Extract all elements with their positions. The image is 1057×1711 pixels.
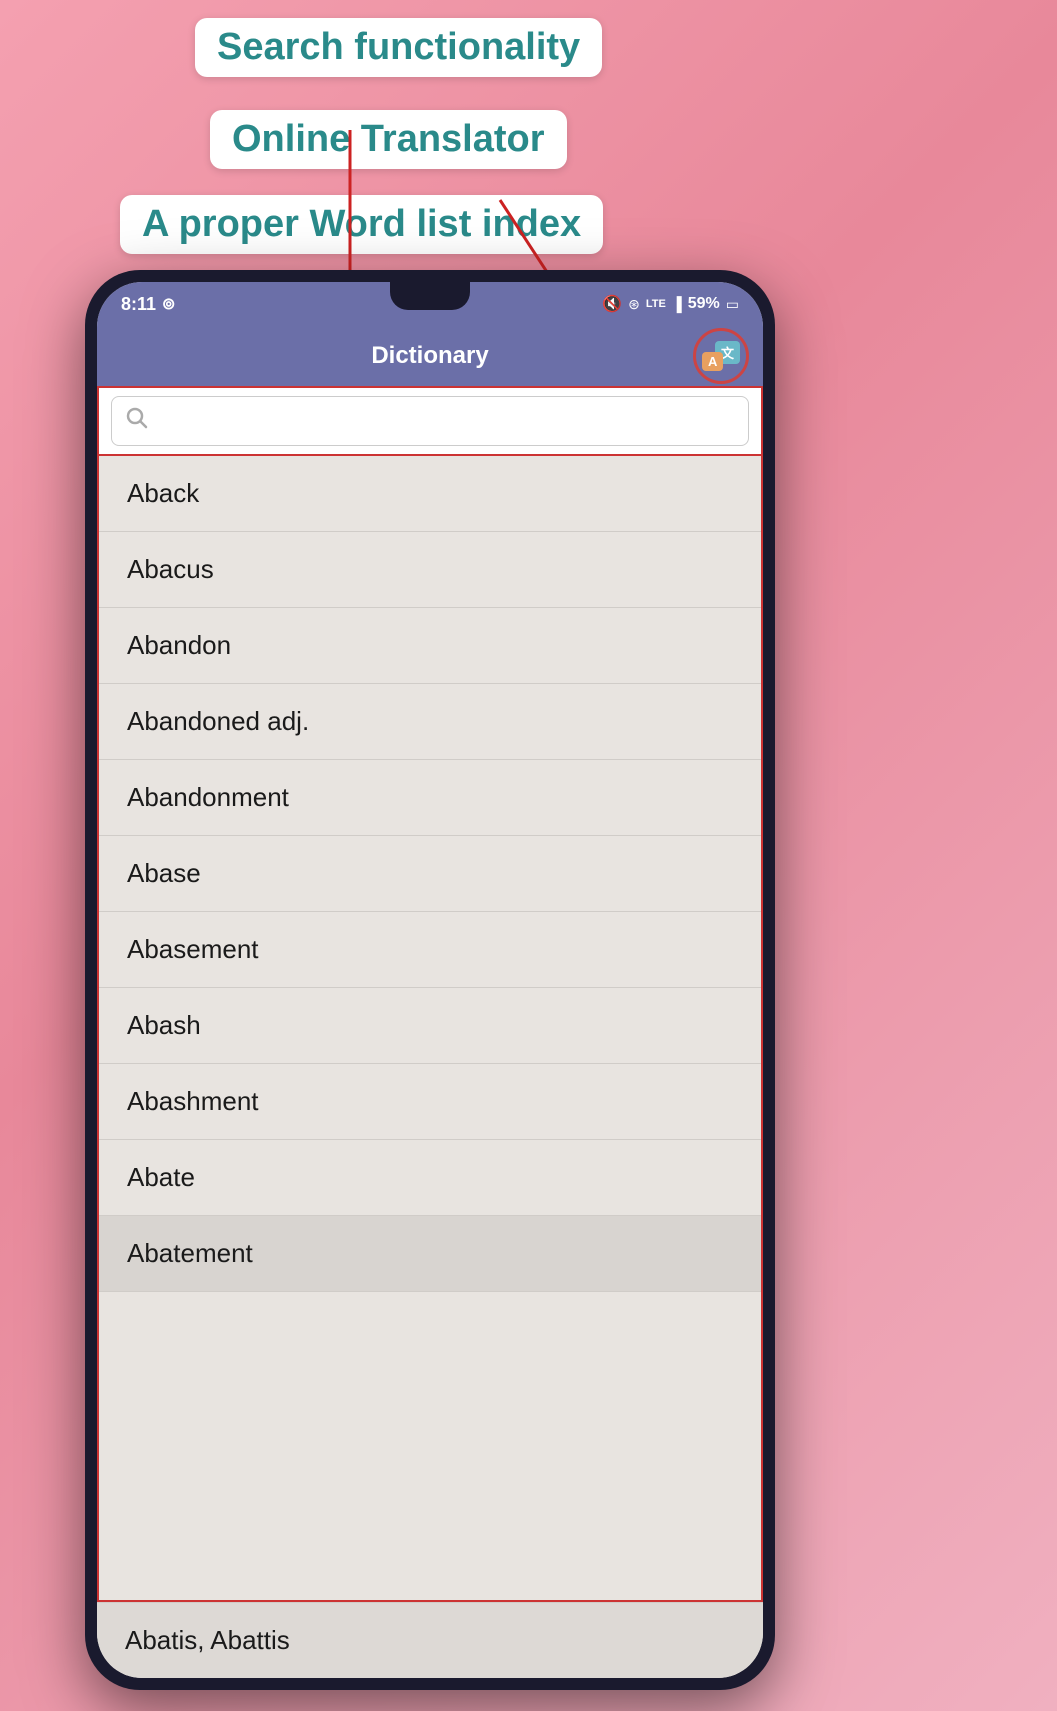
partial-word-item[interactable]: Abatis, Abattis [97, 1602, 763, 1678]
word-list-item[interactable]: Aback [99, 456, 761, 532]
phone-screen: 8:11 ⊚ 🔇 ⊛ LTE ▐ 59% ▭ Dictionary 文 A [97, 282, 763, 1678]
word-list-item[interactable]: Abash [99, 988, 761, 1064]
translate-button[interactable]: 文 A [693, 328, 749, 384]
word-list-item[interactable]: Abatement [99, 1216, 761, 1292]
word-list-item[interactable]: Abasement [99, 912, 761, 988]
search-functionality-label: Search functionality [195, 18, 602, 77]
wifi-icon: ⊛ [628, 296, 640, 313]
partial-word-text: Abatis, Abattis [125, 1625, 290, 1655]
app-header: Dictionary 文 A [97, 326, 763, 386]
phone-frame: 8:11 ⊚ 🔇 ⊛ LTE ▐ 59% ▭ Dictionary 文 A [85, 270, 775, 1690]
search-input[interactable] [158, 410, 734, 433]
app-title: Dictionary [371, 342, 488, 370]
word-list[interactable]: AbackAbacusAbandonAbandoned adj.Abandonm… [97, 456, 763, 1602]
phone-notch [390, 282, 470, 310]
word-list-item[interactable]: Abandon [99, 608, 761, 684]
word-list-item[interactable]: Abate [99, 1140, 761, 1216]
word-list-index-label: A proper Word list index [120, 195, 603, 254]
lte-icon: LTE [646, 298, 666, 310]
mute-icon: 🔇 [602, 294, 622, 314]
word-list-item[interactable]: Abashment [99, 1064, 761, 1140]
status-right-icons: 🔇 ⊛ LTE ▐ 59% ▭ [602, 294, 739, 314]
search-icon [126, 407, 148, 435]
word-list-item[interactable]: Abase [99, 836, 761, 912]
english-icon: A [702, 352, 723, 371]
battery-display: 59% [688, 295, 720, 313]
word-list-item[interactable]: Abandonment [99, 760, 761, 836]
status-time: 8:11 ⊚ [121, 294, 175, 315]
word-list-item[interactable]: Abandoned adj. [99, 684, 761, 760]
time-display: 8:11 [121, 294, 156, 315]
battery-icon: ▭ [726, 296, 739, 313]
word-list-item[interactable]: Abacus [99, 532, 761, 608]
online-translator-label: Online Translator [210, 110, 567, 169]
search-container [97, 386, 763, 456]
signal-icon: ▐ [672, 296, 682, 312]
search-input-wrapper[interactable] [111, 396, 749, 446]
whatsapp-icon: ⊚ [162, 294, 175, 314]
translate-icons: 文 A [702, 341, 740, 371]
